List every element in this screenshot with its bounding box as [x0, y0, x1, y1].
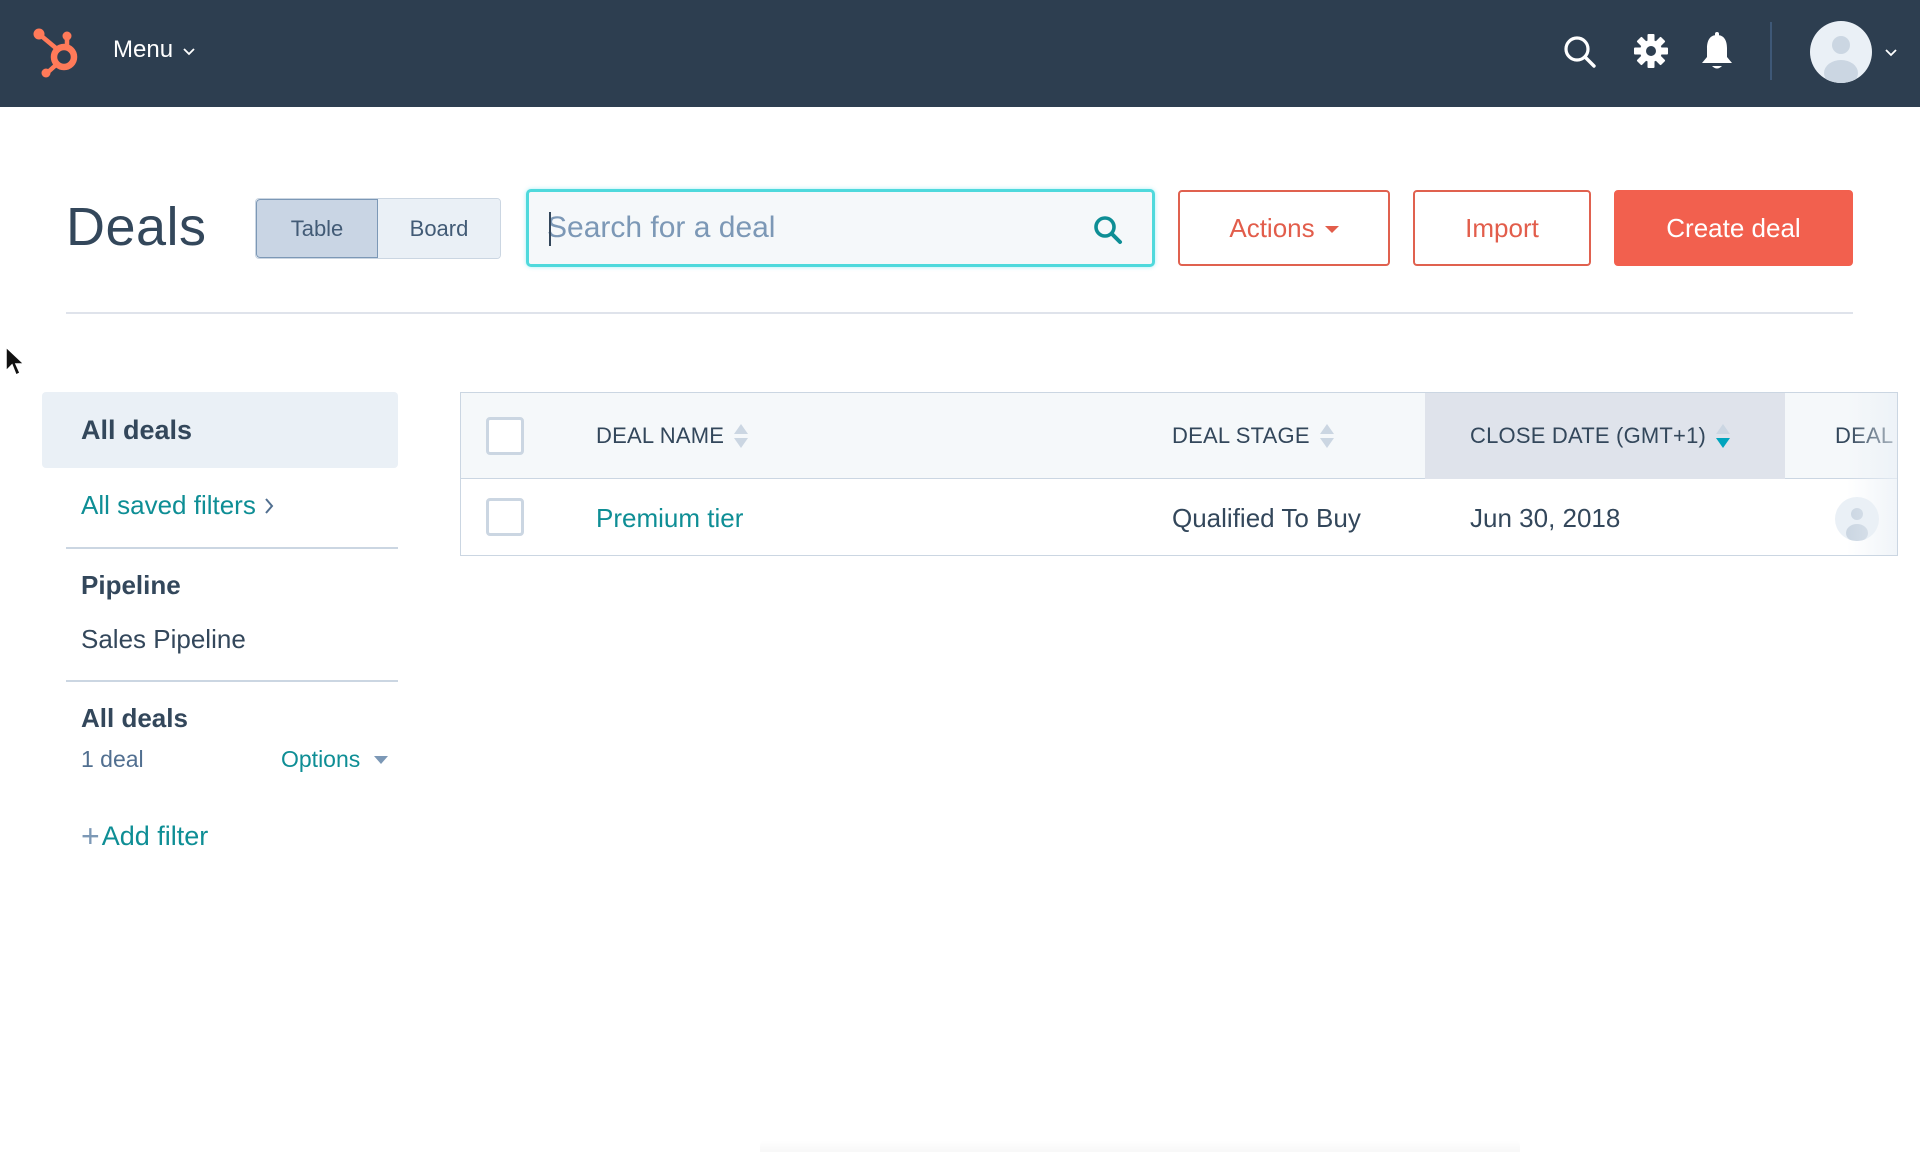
menu-label: Menu — [113, 36, 174, 63]
text-caret — [549, 212, 551, 246]
add-filter-label: Add filter — [101, 820, 209, 851]
import-label: Import — [1465, 212, 1539, 243]
column-header-deal-name[interactable]: DEAL NAME — [596, 393, 749, 479]
view-toggle: Table Board — [255, 198, 501, 259]
gear-icon[interactable] — [1631, 30, 1671, 74]
chevron-down-icon — [183, 48, 195, 56]
page-title: Deals — [66, 197, 207, 257]
pipeline-selector[interactable]: Sales Pipeline — [81, 624, 246, 655]
actions-dropdown-button[interactable]: Actions — [1178, 190, 1390, 266]
board-view-tab[interactable]: Board — [378, 199, 500, 258]
table-row: Premium tier Qualified To Buy Jun 30, 20… — [461, 480, 1897, 555]
chevron-down-icon[interactable] — [1884, 48, 1898, 58]
user-avatar-button[interactable] — [1810, 21, 1872, 83]
chevron-right-icon — [265, 497, 274, 514]
deal-search-field — [526, 189, 1155, 267]
import-button[interactable]: Import — [1413, 190, 1591, 266]
column-header-close-date[interactable]: CLOSE DATE (GMT+1) — [1470, 393, 1731, 479]
caret-down-icon — [374, 755, 389, 764]
caret-down-icon — [1324, 226, 1339, 233]
search-icon[interactable] — [1560, 30, 1600, 74]
sidebar-item-label: All deals — [81, 414, 193, 445]
view-options-dropdown[interactable]: Options — [281, 746, 389, 773]
column-header-label: CLOSE DATE (GMT+1) — [1470, 423, 1707, 448]
plus-icon: + — [81, 818, 100, 854]
actions-label: Actions — [1229, 212, 1315, 243]
table-scroll-fade — [1847, 393, 1897, 555]
header-divider — [66, 312, 1853, 314]
close-date-cell: Jun 30, 2018 — [1470, 502, 1621, 533]
main-menu-dropdown[interactable]: Menu — [113, 36, 195, 64]
table-header-row: DEAL NAME DEAL STAGE CLOSE DATE (GMT+1) … — [461, 393, 1897, 479]
column-header-label: DEAL NAME — [596, 423, 725, 448]
create-deal-button[interactable]: Create deal — [1614, 190, 1853, 266]
user-avatar-icon — [1824, 36, 1858, 83]
deal-name-link[interactable]: Premium tier — [596, 480, 743, 555]
mouse-cursor-icon — [5, 345, 26, 377]
search-icon[interactable] — [1092, 214, 1124, 246]
options-label: Options — [281, 746, 361, 772]
deal-count: 1 deal — [81, 746, 144, 772]
saved-filters-label: All saved filters — [81, 490, 256, 520]
column-header-label: DEAL STAGE — [1172, 423, 1310, 448]
hubspot-logo-icon[interactable] — [30, 24, 82, 78]
row-checkbox[interactable] — [486, 498, 524, 536]
search-input[interactable] — [547, 192, 1067, 264]
deals-table: DEAL NAME DEAL STAGE CLOSE DATE (GMT+1) … — [460, 392, 1898, 556]
add-filter-button[interactable]: + Add filter — [81, 820, 208, 852]
sort-descending-icon — [1716, 423, 1731, 449]
bell-icon[interactable] — [1697, 30, 1737, 74]
table-view-tab[interactable]: Table — [256, 199, 378, 258]
nav-divider — [1770, 22, 1772, 80]
sort-icon — [1319, 423, 1334, 449]
bottom-shadow — [760, 1140, 1520, 1152]
sidebar-divider — [66, 547, 398, 549]
sort-icon — [734, 423, 749, 449]
current-view-label: All deals — [81, 703, 188, 733]
all-saved-filters-link[interactable]: All saved filters — [81, 490, 274, 521]
top-navigation-bar: Menu — [0, 0, 1920, 107]
column-header-deal-stage[interactable]: DEAL STAGE — [1172, 393, 1334, 479]
pipeline-label: Pipeline — [81, 570, 181, 600]
create-deal-label: Create deal — [1666, 212, 1801, 243]
sidebar-divider — [66, 680, 398, 682]
sidebar-item-all-deals[interactable]: All deals — [42, 392, 398, 468]
deal-stage-cell: Qualified To Buy — [1172, 502, 1361, 533]
select-all-checkbox[interactable] — [486, 417, 524, 455]
